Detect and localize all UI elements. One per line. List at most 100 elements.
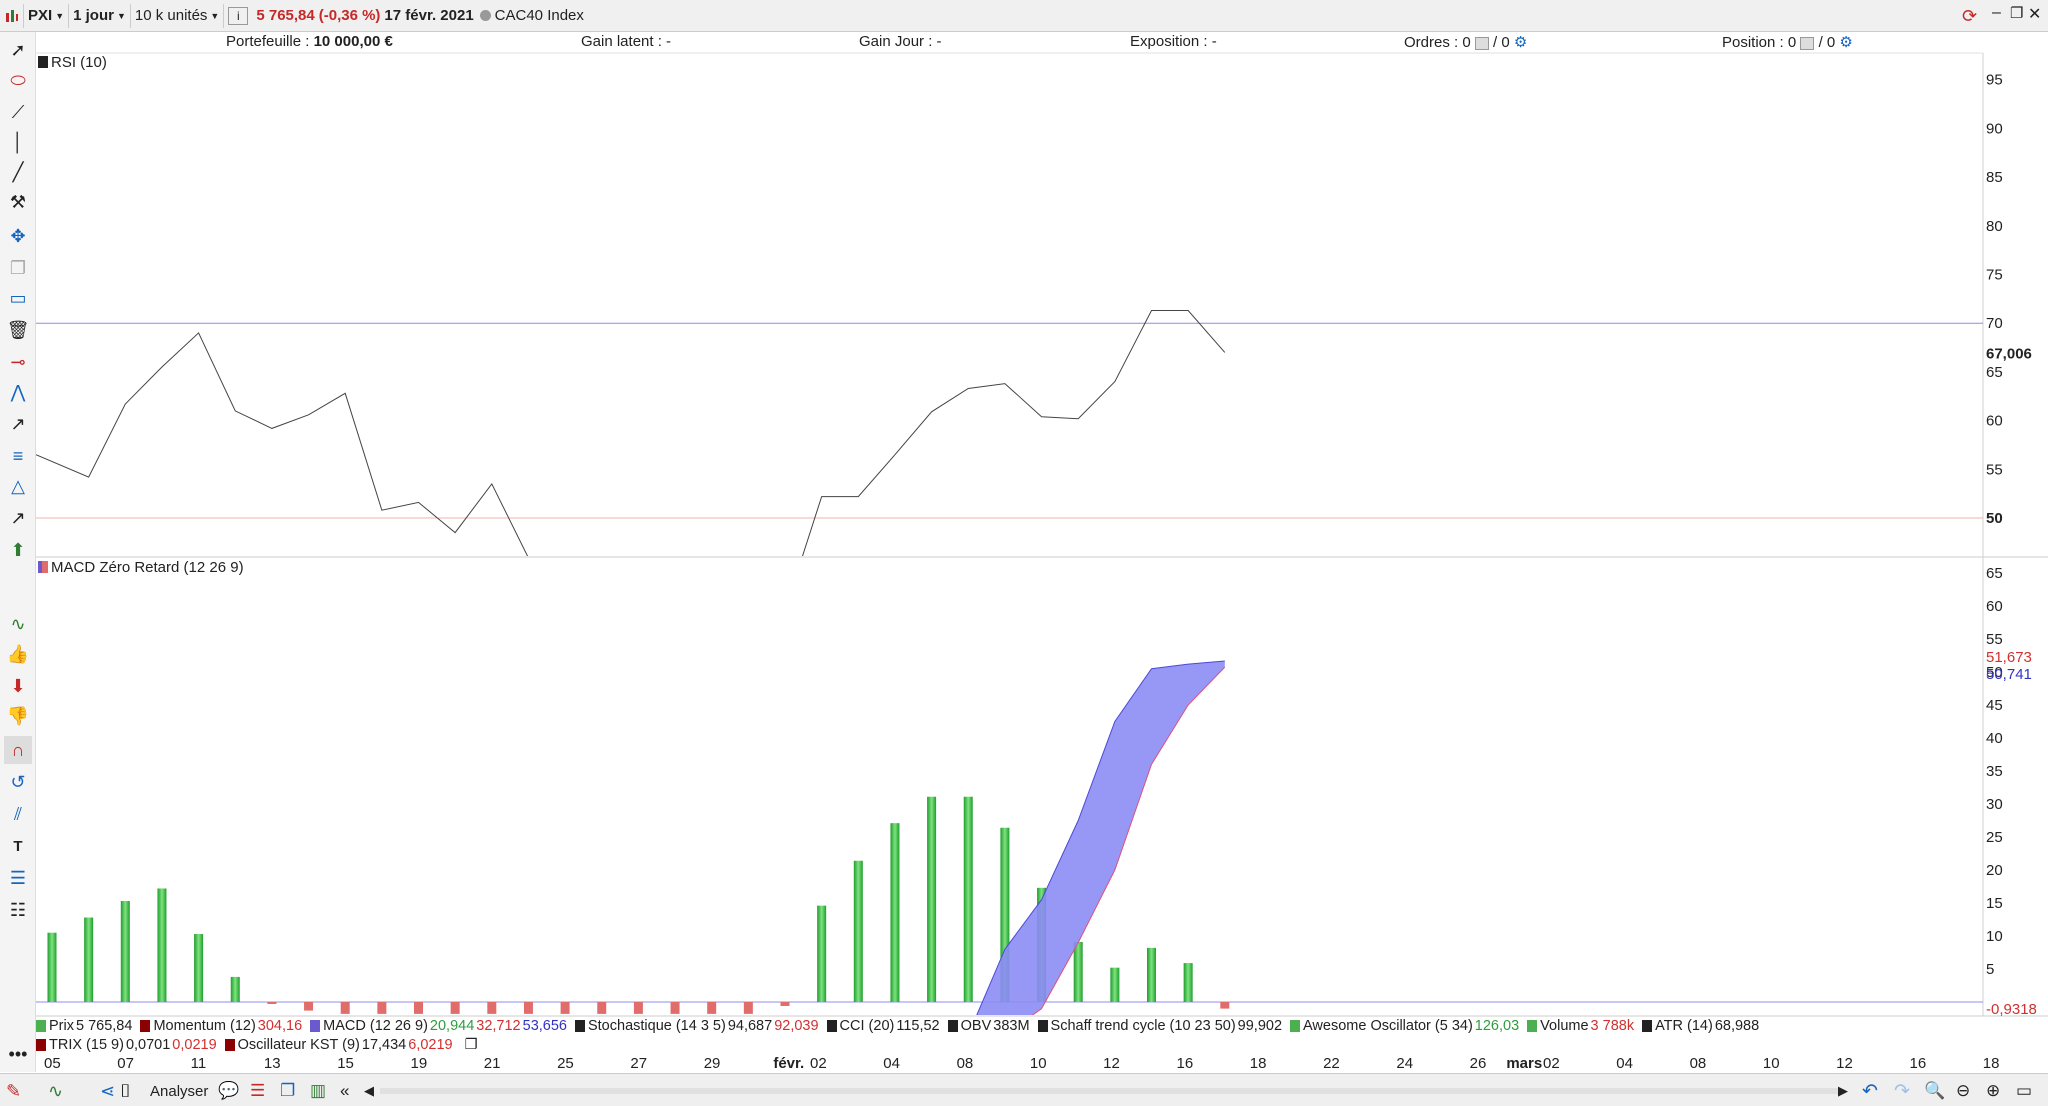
legend-item-trix[interactable]: TRIX (15 9) 0,0701 0,0219 bbox=[36, 1037, 219, 1053]
cursor-icon[interactable]: ➚ bbox=[4, 36, 32, 64]
magnet-icon[interactable]: ∩ bbox=[4, 736, 32, 764]
candles-icon[interactable]: ▥ bbox=[310, 1080, 326, 1102]
date-tick-label: 16 bbox=[1176, 1055, 1194, 1072]
legend-item-cci[interactable]: CCI (20) 115,52 bbox=[826, 1018, 942, 1034]
up-arrow-icon[interactable]: ⬆ bbox=[4, 536, 32, 564]
tools-icon[interactable]: ⚒ bbox=[4, 188, 32, 216]
histogram-bar-negative bbox=[414, 1002, 423, 1014]
move-icon[interactable]: ✥ bbox=[4, 222, 32, 250]
chart-area[interactable]: 9590858075706560555067,006RSI (10)656055… bbox=[0, 0, 2048, 1106]
ellipse-icon[interactable]: ⬭ bbox=[4, 66, 32, 94]
scroll-right-icon[interactable]: ▶ bbox=[1838, 1080, 1848, 1102]
share-icon[interactable]: ⋖ bbox=[100, 1080, 115, 1102]
macd-pane-title: MACD Zéro Retard (12 26 9) bbox=[51, 559, 244, 576]
period-selector[interactable]: 1 jour ▼ bbox=[69, 3, 131, 28]
date-tick-label: 02 bbox=[1542, 1055, 1560, 1072]
histogram-bar-positive bbox=[230, 976, 240, 1002]
symbol-selector[interactable]: PXI ▼ bbox=[24, 3, 70, 28]
macd-tick-label: 15 bbox=[1986, 895, 2003, 912]
chat-icon[interactable]: 💬 bbox=[218, 1080, 239, 1102]
rsi-tick-label: 85 bbox=[1986, 169, 2003, 186]
pencil-icon[interactable]: ✎ bbox=[6, 1080, 21, 1102]
fibonacci-icon[interactable]: ≡ bbox=[4, 442, 32, 470]
histogram-bar-positive bbox=[84, 917, 94, 1002]
horizontal-line-icon[interactable]: ⊸ bbox=[4, 348, 32, 376]
chart-type-icon[interactable] bbox=[0, 3, 24, 28]
gear-icon[interactable]: ⚙ bbox=[1839, 34, 1852, 51]
zoom-out-icon[interactable]: ⊖ bbox=[1956, 1080, 1970, 1102]
fib-lines-icon[interactable]: ☰ bbox=[4, 864, 32, 892]
restore-icon[interactable]: ❐ bbox=[2010, 4, 2023, 22]
legend-item-volume[interactable]: Volume 3 788k bbox=[1527, 1018, 1636, 1034]
close-box-icon[interactable] bbox=[1800, 36, 1815, 50]
macd-tick-label: 65 bbox=[1986, 565, 2003, 582]
legend-item-macd[interactable]: MACD (12 26 9) 20,944 32,712 53,656 bbox=[310, 1018, 569, 1034]
rotate-icon[interactable]: ↺ bbox=[4, 768, 32, 796]
zoom-in-icon[interactable]: ⊕ bbox=[1986, 1080, 2000, 1102]
trendline-icon[interactable]: ╱ bbox=[4, 158, 32, 186]
vertical-line-icon[interactable]: │ bbox=[4, 128, 32, 156]
legend-item-oscillateur[interactable]: Oscillateur KST (9) 17,434 6,0219 bbox=[224, 1037, 455, 1053]
bracket-icon[interactable]: ⌷ bbox=[120, 1080, 131, 1102]
refresh-icon[interactable]: ⟳ bbox=[1962, 6, 1982, 26]
text-icon[interactable]: T bbox=[4, 832, 32, 860]
list-icon[interactable]: ☷ bbox=[4, 896, 32, 924]
zoom-fit-icon[interactable]: 🔍 bbox=[1924, 1080, 1945, 1102]
date-axis: 05 07 11 13 15 19 21 25 27 29 févr. 02 04 08 10 12 16 18 2… bbox=[36, 1053, 1999, 1073]
gear-icon[interactable]: ⚙ bbox=[1514, 34, 1527, 51]
histogram-bar-positive bbox=[157, 888, 167, 1002]
macd-tick-label: 35 bbox=[1986, 763, 2003, 780]
copy-icon[interactable]: ❐ bbox=[4, 254, 32, 282]
close-box-icon[interactable] bbox=[1474, 36, 1489, 50]
legend-value: 0,0701 bbox=[125, 1036, 171, 1053]
thumbs-up-icon[interactable]: 👍 bbox=[4, 640, 32, 668]
trash-icon[interactable]: 🗑 bbox=[4, 316, 32, 344]
scroll-left-icon[interactable]: ◀ bbox=[364, 1080, 374, 1102]
rsi-tick-label: 55 bbox=[1986, 461, 2003, 478]
collapse-icon[interactable]: « bbox=[340, 1080, 349, 1102]
legend-name: Awesome Oscillator (5 34) bbox=[1303, 1017, 1473, 1034]
legend-value: 304,16 bbox=[257, 1017, 303, 1034]
window-icon[interactable]: ❐ bbox=[280, 1080, 295, 1102]
analyser-button[interactable]: Analyser bbox=[150, 1080, 208, 1102]
undo-icon[interactable]: ↶ bbox=[1862, 1080, 1878, 1102]
units-selector[interactable]: 10 k unités ▼ bbox=[131, 3, 225, 28]
arrow-icon[interactable]: ↗ bbox=[4, 504, 32, 532]
more-icon[interactable]: ••• bbox=[4, 1040, 32, 1068]
price-change: (-0,36 %) bbox=[318, 7, 381, 24]
rsi-pane-title: RSI (10) bbox=[51, 54, 107, 71]
detach-window-icon[interactable]: ❐ bbox=[465, 1037, 478, 1053]
portefeuille: Portefeuille : 10 000,00 € bbox=[226, 33, 393, 50]
pattern-icon[interactable]: ⋀ bbox=[4, 378, 32, 406]
status-dot-icon bbox=[479, 10, 491, 21]
rsi-tick-label: 80 bbox=[1986, 218, 2003, 235]
indicator-icon[interactable]: ∿ bbox=[4, 610, 32, 638]
rectangle-icon[interactable]: ▭ bbox=[4, 284, 32, 312]
legend-item-schaff[interactable]: Schaff trend cycle (10 23 50) 99,902 bbox=[1037, 1017, 1284, 1034]
pitchfork-icon[interactable]: ⫽ bbox=[4, 800, 32, 828]
segment-icon[interactable]: ⟋ bbox=[4, 98, 32, 126]
horizontal-scrollbar[interactable] bbox=[380, 1088, 1840, 1094]
macd-value-label: 51,673 bbox=[1986, 649, 2032, 666]
close-icon[interactable]: ✕ bbox=[2028, 4, 2041, 24]
legend-item-stochastique[interactable]: Stochastique (14 3 5) 94,687 92,039 bbox=[574, 1018, 821, 1034]
triangle-icon[interactable]: △ bbox=[4, 472, 32, 500]
window-layout-icon[interactable]: ▭ bbox=[2016, 1080, 2032, 1102]
legend-item-awesome[interactable]: Awesome Oscillator (5 34) 126,03 bbox=[1290, 1018, 1521, 1034]
legend-item-obv[interactable]: OBV 383M bbox=[947, 1018, 1032, 1034]
thumbs-down-icon[interactable]: 👎 bbox=[4, 702, 32, 730]
minimize-icon[interactable]: – bbox=[1992, 4, 2001, 22]
legend-item-prix[interactable]: Prix 5 765,84 bbox=[36, 1018, 134, 1034]
redo-icon[interactable]: ↷ bbox=[1894, 1080, 1910, 1102]
portefeuille-label: Portefeuille : bbox=[226, 33, 310, 50]
list-icon[interactable]: ☰ bbox=[250, 1080, 265, 1102]
info-icon[interactable]: i bbox=[228, 6, 249, 25]
legend-name: Schaff trend cycle (10 23 50) bbox=[1050, 1017, 1236, 1034]
down-arrow-icon[interactable]: ⬇ bbox=[4, 672, 32, 700]
legend-item-atr[interactable]: ATR (14) 68,988 bbox=[1642, 1018, 1761, 1034]
date-tick-label: 15 bbox=[337, 1055, 354, 1072]
date-tick-label: 05 bbox=[44, 1055, 61, 1072]
arrow-icon[interactable]: ↗ bbox=[4, 410, 32, 438]
wave-icon[interactable]: ∿ bbox=[48, 1080, 63, 1102]
legend-item-momentum[interactable]: Momentum (12) 304,16 bbox=[140, 1018, 304, 1034]
